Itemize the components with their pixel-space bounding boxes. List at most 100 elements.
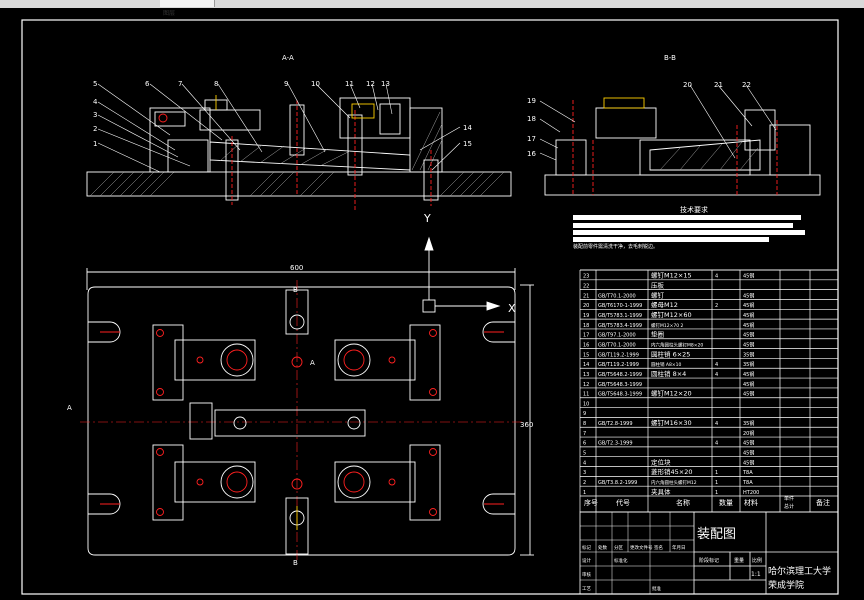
callout-13: 13 [381, 80, 390, 88]
bom-cell-qty: 4 [715, 372, 718, 378]
bom-header-unit-weight: 单件 [784, 495, 794, 502]
callout-2: 2 [93, 125, 97, 133]
bom-cell-seq: 21 [583, 293, 589, 299]
bom-cell-name: 内六角圆柱头螺钉M12 [651, 479, 697, 486]
bom-cell-material: 35钢 [743, 351, 754, 358]
cad-drawing-canvas[interactable]: A-A 5 4 3 2 1 6 7 8 9 10 11 12 13 14 15 … [0, 0, 864, 600]
callout-12: 12 [366, 80, 375, 88]
bom-cell-seq: 17 [583, 333, 589, 339]
tech-req-note: 装配前零件需清洗干净，去毛刺锐边。 [573, 243, 658, 250]
bom-cell-code: GB/T3.8.2-1999 [598, 480, 637, 486]
bom-cell-name: 夹具体 [651, 487, 671, 496]
bom-cell-qty: 4 [715, 274, 718, 280]
bom-cell-code: GB/T5648.3-1999 [598, 382, 642, 388]
callout-15: 15 [463, 140, 472, 148]
bom-cell-qty: 1 [715, 470, 718, 476]
bom-cell-seq: 23 [583, 274, 589, 280]
bom-cell-seq: 4 [583, 460, 586, 466]
bom-cell-seq: 13 [583, 372, 589, 378]
bom-cell-qty: 4 [715, 441, 718, 447]
bom-cell-material: 45钢 [743, 292, 754, 299]
bom-cell-code: GB/T2.3-1999 [598, 441, 633, 447]
bom-cell-seq: 20 [583, 303, 589, 309]
bom-cell-material: 45钢 [743, 273, 754, 280]
callout-19: 19 [527, 97, 536, 105]
bom-header-code: 代号 [616, 498, 630, 507]
bom-cell-qty: 4 [715, 362, 718, 368]
college-name: 荣成学院 [768, 579, 804, 591]
bom-header-qty: 数量 [719, 498, 733, 507]
bom-cell-name: 菱形销45×20 [651, 467, 693, 476]
plan-width-dim: 600 [290, 264, 303, 272]
plan-view [80, 236, 534, 562]
bom-cell-name: 螺钉M12×15 [651, 271, 692, 280]
stage-mark-label: 阶段标记 [699, 557, 719, 564]
tb-review: 审核 [582, 571, 591, 578]
callout-9: 9 [284, 80, 288, 88]
callout-7: 7 [178, 80, 182, 88]
bom-cell-code: GB/T5783.1-1999 [598, 313, 642, 319]
bom-cell-material: 45钢 [743, 381, 754, 388]
tb-standardize: 标准化 [614, 557, 628, 564]
bom-cell-seq: 12 [583, 382, 589, 388]
bom-cell-name: 螺钉M12×20 [651, 389, 692, 398]
bom-cell-material: 35钢 [743, 420, 754, 427]
bom-header-name: 名称 [676, 498, 690, 507]
bom-cell-name: 圆柱销 6×25 [651, 349, 690, 358]
bom-cell-material: 45钢 [743, 371, 754, 378]
bom-cell-seq: 7 [583, 431, 586, 437]
bom-rows: 23 螺钉M12×15 4 45钢22 压板21 GB/T70.1-2000 螺钉 45钢20… [583, 271, 759, 496]
bom-cell-code: GB/T5648.3-1999 [598, 392, 642, 398]
bom-cell-material: 45钢 [743, 312, 754, 319]
bom-cell-seq: 19 [583, 313, 589, 319]
drawing-name: 装配图 [697, 527, 736, 542]
bom-cell-name: 圆柱销 8×4 [651, 369, 686, 378]
plan-mark-b-top: B [293, 286, 298, 294]
section-aa-view [86, 83, 512, 210]
tb-mark: 标记 [582, 544, 591, 551]
callout-5: 5 [93, 80, 97, 88]
school-name: 哈尔滨理工大学 [768, 565, 831, 577]
ratio-label: 比例 [752, 557, 762, 564]
bom-cell-code: GB/T6170-1-1999 [598, 303, 642, 309]
section-bb-callouts: 19 18 17 16 20 21 22 [527, 81, 751, 158]
bom-cell-name: 垫圈 [651, 330, 664, 339]
plan-mark-a-left: A [67, 404, 72, 412]
bom-cell-code: GB/T97.1-2000 [598, 333, 636, 339]
bom-cell-qty: 1 [715, 480, 718, 486]
bom-cell-name: 螺钉M12×70 2 [651, 322, 684, 329]
bom-cell-name: 压板 [651, 280, 665, 289]
bom-cell-seq: 6 [583, 441, 586, 447]
bom-cell-code: GB/T119.2-1999 [598, 352, 639, 358]
tb-design: 设计 [582, 557, 591, 564]
bom-cell-seq: 22 [583, 283, 589, 289]
bom-cell-material: 45钢 [743, 450, 754, 457]
bom-cell-code: GB/T5648.2-1999 [598, 372, 642, 378]
callout-18: 18 [527, 115, 536, 123]
axis-y-label: Y [423, 212, 431, 225]
bom-cell-code: GB/T119.2-1999 [598, 362, 639, 368]
bom-cell-seq: 1 [583, 490, 586, 496]
callout-10: 10 [311, 80, 320, 88]
bom-cell-seq: 16 [583, 342, 589, 348]
tb-signature: 签名 [654, 544, 663, 551]
bom-cell-name: 圆柱销 A8×10 [651, 361, 682, 368]
tb-change-doc: 更改文件号 [630, 544, 653, 551]
tb-approve: 批准 [652, 585, 661, 592]
bom-cell-material: 45钢 [743, 332, 754, 339]
plan-mark-b-bottom: B [293, 559, 298, 567]
bom-cell-material: 45钢 [743, 302, 754, 309]
bom-cell-seq: 14 [583, 362, 589, 368]
callout-22: 22 [742, 81, 751, 89]
bom-cell-seq: 5 [583, 451, 586, 457]
section-aa-label: A-A [282, 54, 294, 62]
bom-cell-seq: 3 [583, 470, 586, 476]
bom-cell-material: T8A [742, 480, 753, 486]
callout-6: 6 [145, 80, 150, 88]
callout-11: 11 [345, 80, 354, 88]
bom-header: 序号 代号 名称 数量 材料 单件 总计 备注 [584, 495, 830, 510]
callout-8: 8 [214, 80, 218, 88]
bom-cell-material: 20钢 [743, 430, 754, 437]
bom-cell-seq: 2 [583, 480, 586, 486]
section-bb-view [539, 84, 821, 196]
